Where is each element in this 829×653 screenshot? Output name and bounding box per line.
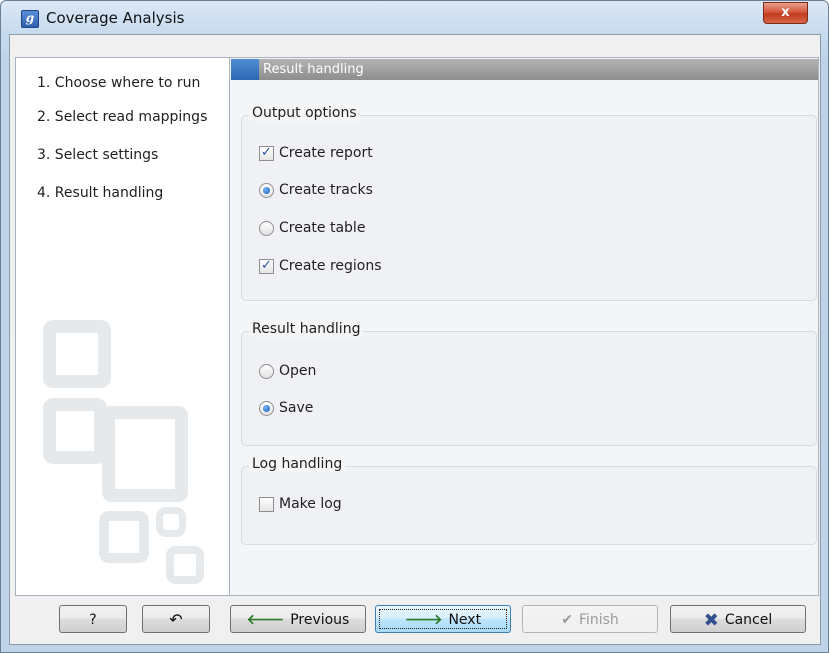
title-bar[interactable]: g Coverage Analysis x [1,1,828,35]
reset-button[interactable]: ↶ [142,605,210,633]
radio-circle[interactable] [259,183,274,198]
save-label: Save [279,400,314,416]
result-handling-group [241,331,817,446]
cancel-label: Cancel [724,612,773,628]
checkbox-box[interactable]: ✓ [259,258,274,274]
section-header: Result handling [231,59,818,80]
reset-icon: ↶ [169,610,183,629]
finish-label: Finish [578,612,619,628]
step-1[interactable]: 1. Choose where to run [37,75,200,91]
next-button[interactable]: 🡒 Next [375,605,511,633]
wizard-steps-panel: 1. Choose where to run 2. Select read ma… [15,57,230,596]
dialog-window: g Coverage Analysis x 1. Choose where to… [0,0,829,653]
radio-circle[interactable] [259,401,274,416]
previous-button[interactable]: 🡐 Previous [230,605,366,633]
background-logo-shape [43,398,107,464]
focus-ring [379,609,507,629]
result-handling-title: Result handling [249,321,364,337]
create-tracks-label: Create tracks [279,182,373,198]
cancel-x-icon: ✖ [703,610,719,631]
close-button[interactable]: x [763,2,808,24]
create-report-label: Create report [279,145,373,161]
section-header-title: Result handling [263,62,364,77]
checkbox-box[interactable]: ✓ [259,145,274,161]
background-logo-shape [99,511,149,563]
radio-circle[interactable] [259,364,274,379]
open-label: Open [279,363,317,379]
finish-button[interactable]: ✔ Finish [522,605,658,633]
window-title: Coverage Analysis [46,9,185,27]
radio-selected-dot [263,405,270,412]
create-table-label: Create table [279,220,366,236]
radio-circle[interactable] [259,221,274,236]
checkmark-icon: ✔ [561,612,573,628]
radio-selected-dot [263,187,270,194]
header-accent [231,59,259,80]
checkbox-box[interactable] [259,497,274,512]
make-log-label: Make log [279,496,342,512]
help-button[interactable]: ? [59,605,127,633]
arrow-left-icon: 🡐 [246,612,285,628]
background-logo-shape [102,406,188,502]
background-logo-shape [156,507,186,537]
step-3[interactable]: 3. Select settings [37,147,158,163]
checkmark-icon: ✓ [261,258,272,273]
previous-label: Previous [290,612,350,628]
checkmark-icon: ✓ [261,145,272,160]
cancel-button[interactable]: ✖ Cancel [670,605,806,633]
create-regions-label: Create regions [279,258,382,274]
output-options-title: Output options [249,105,360,121]
app-icon: g [21,10,39,28]
background-logo-shape [43,320,111,388]
step-4[interactable]: 4. Result handling [37,185,163,201]
help-label: ? [89,612,97,628]
result-handling-panel: Result handling Output options ✓ Create … [229,57,819,596]
log-handling-title: Log handling [249,456,346,472]
step-2[interactable]: 2. Select read mappings [37,109,207,125]
background-logo-shape [166,546,204,584]
